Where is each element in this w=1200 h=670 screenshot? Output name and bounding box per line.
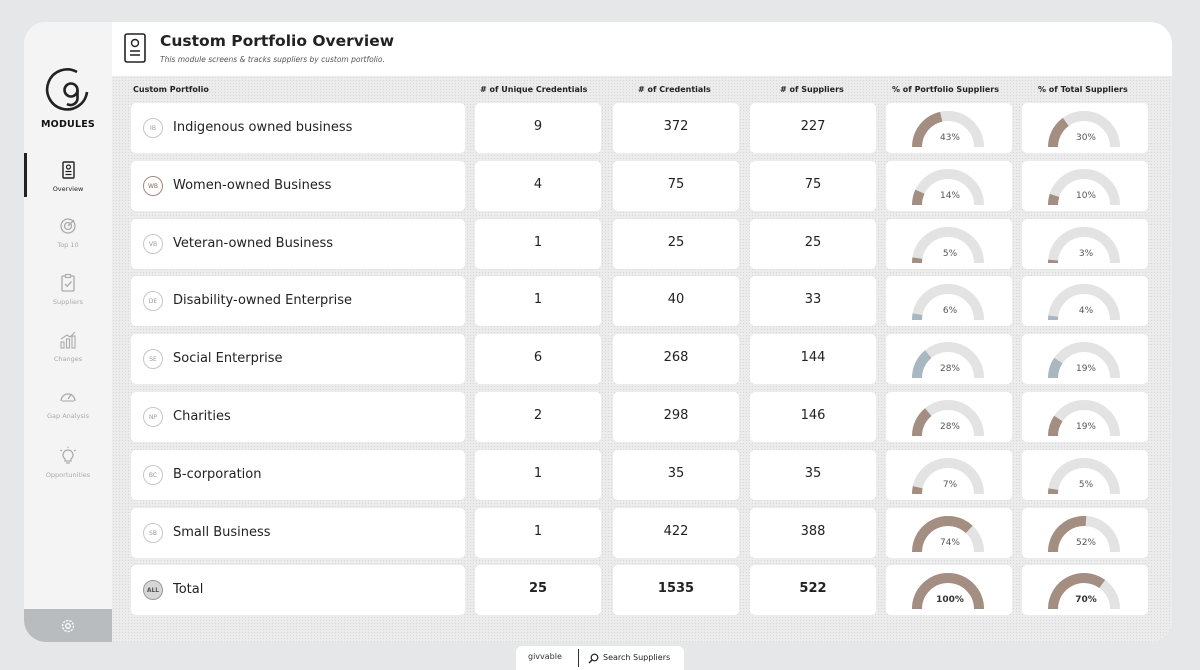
sidebar-item-gap-analysis[interactable]: Gap Analysis bbox=[24, 387, 112, 433]
unique-value: 9 bbox=[533, 119, 543, 134]
column-header-pct-total: % of Total Suppliers bbox=[1038, 85, 1128, 94]
app-window: MODULES Overview Top 10 Suppliers Change… bbox=[24, 22, 1172, 642]
suppliers-value: 25 bbox=[804, 234, 822, 250]
portfolio-name: Indigenous owned business bbox=[173, 120, 353, 135]
pct-total-label: 3% bbox=[1078, 248, 1094, 259]
pct-portfolio-label: 14% bbox=[939, 190, 960, 201]
sidebar-item-suppliers[interactable]: Suppliers bbox=[24, 273, 112, 319]
page-title: Custom Portfolio Overview bbox=[160, 32, 395, 50]
sidebar-item-top-10[interactable]: Top 10 bbox=[24, 216, 112, 262]
suppliers-value: 227 bbox=[800, 119, 826, 134]
page-subtitle: This module screens & tracks suppliers b… bbox=[160, 55, 385, 64]
sidebar-item-label: Suppliers bbox=[52, 298, 84, 306]
credentials-value: 298 bbox=[663, 408, 689, 423]
credentials-value: 40 bbox=[667, 292, 685, 308]
search-suppliers-link[interactable]: Search Suppliers bbox=[603, 653, 670, 662]
pct-total-label: 5% bbox=[1078, 479, 1094, 490]
pct-portfolio-label: 43% bbox=[939, 133, 960, 143]
sidebar-item-label: Opportunities bbox=[45, 471, 91, 479]
credentials-value: 1535 bbox=[657, 581, 695, 597]
sidebar: MODULES Overview Top 10 Suppliers Change… bbox=[24, 22, 112, 642]
portfolio-badge: NP bbox=[143, 407, 163, 427]
unique-value: 25 bbox=[528, 581, 548, 597]
gauge-icon bbox=[60, 393, 76, 402]
portfolio-badge: IB bbox=[143, 118, 163, 138]
settings-button[interactable] bbox=[24, 609, 112, 642]
footer-bar: givvable Search Suppliers bbox=[516, 646, 684, 670]
lightbulb-icon bbox=[59, 446, 77, 464]
pct-portfolio-label: 7% bbox=[942, 479, 958, 490]
sidebar-item-label: Overview bbox=[52, 185, 84, 193]
document-icon bbox=[62, 161, 75, 179]
portfolio-name: Women-owned Business bbox=[173, 177, 332, 193]
suppliers-value: 144 bbox=[800, 350, 826, 366]
credentials-value: 268 bbox=[663, 350, 689, 366]
unique-value: 2 bbox=[533, 408, 543, 423]
credentials-value: 25 bbox=[667, 234, 685, 250]
pct-portfolio-label: 100% bbox=[936, 595, 964, 606]
footer-separator bbox=[578, 649, 579, 667]
suppliers-value: 146 bbox=[800, 408, 826, 423]
unique-value: 1 bbox=[533, 523, 543, 539]
suppliers-value: 522 bbox=[799, 581, 827, 597]
pct-total-label: 19% bbox=[1075, 422, 1096, 432]
pct-portfolio-label: 28% bbox=[939, 364, 960, 375]
search-icon bbox=[588, 653, 599, 664]
sidebar-item-label: Gap Analysis bbox=[47, 412, 89, 420]
pct-portfolio-label: 74% bbox=[939, 537, 960, 548]
sidebar-item-opportunities[interactable]: Opportunities bbox=[24, 446, 112, 492]
column-header-credentials: # of Credentials bbox=[638, 85, 711, 94]
portfolio-name: Disability-owned Enterprise bbox=[173, 293, 353, 309]
credentials-value: 372 bbox=[663, 119, 689, 134]
pct-total-label: 70% bbox=[1075, 595, 1097, 606]
column-header-pct-portfolio: % of Portfolio Suppliers bbox=[892, 85, 999, 94]
pct-portfolio-label: 6% bbox=[942, 306, 958, 317]
portfolio-name: Charities bbox=[173, 409, 231, 424]
credentials-value: 35 bbox=[667, 465, 685, 481]
column-header-suppliers: # of Suppliers bbox=[780, 85, 844, 94]
sidebar-item-label: Changes bbox=[53, 355, 83, 363]
target-icon bbox=[60, 218, 76, 234]
portfolio-name: B-corporation bbox=[173, 466, 262, 482]
pct-total-label: 30% bbox=[1075, 133, 1096, 143]
portfolio-document-icon bbox=[124, 33, 146, 63]
pct-portfolio-label: 28% bbox=[939, 422, 960, 432]
pct-total-label: 19% bbox=[1075, 364, 1096, 375]
brand-logo-icon bbox=[45, 68, 89, 111]
modules-label: MODULES bbox=[41, 119, 95, 130]
sidebar-item-label: Top 10 bbox=[57, 241, 79, 249]
bar-chart-icon bbox=[60, 331, 76, 349]
pct-total-label: 52% bbox=[1075, 537, 1096, 548]
credentials-value: 75 bbox=[667, 176, 685, 192]
portfolio-name: Veteran-owned Business bbox=[173, 235, 333, 251]
portfolio-badge: BC bbox=[143, 464, 163, 485]
pct-portfolio-label: 5% bbox=[942, 248, 958, 259]
portfolio-badge: VB bbox=[143, 233, 163, 254]
credentials-value: 422 bbox=[663, 523, 689, 539]
unique-value: 1 bbox=[533, 465, 543, 481]
unique-value: 1 bbox=[533, 292, 543, 308]
column-header-custom-portfolio: Custom Portfolio bbox=[133, 85, 209, 94]
portfolio-badge: WB bbox=[143, 175, 163, 196]
suppliers-value: 388 bbox=[800, 523, 826, 539]
sidebar-item-overview[interactable]: Overview bbox=[24, 160, 112, 206]
portfolio-name: Small Business bbox=[173, 524, 271, 540]
suppliers-value: 33 bbox=[804, 292, 822, 308]
sidebar-item-changes[interactable]: Changes bbox=[24, 330, 112, 376]
pct-total-label: 4% bbox=[1078, 306, 1094, 317]
suppliers-value: 35 bbox=[804, 465, 822, 481]
portfolio-badge: SB bbox=[143, 522, 163, 543]
unique-value: 4 bbox=[533, 176, 543, 192]
unique-value: 6 bbox=[533, 350, 543, 366]
suppliers-value: 75 bbox=[804, 176, 822, 192]
pct-total-label: 10% bbox=[1075, 190, 1096, 201]
column-header-unique-credentials: # of Unique Credentials bbox=[480, 85, 588, 94]
footer-brand: givvable bbox=[528, 652, 562, 661]
unique-value: 1 bbox=[533, 234, 543, 250]
gear-icon bbox=[61, 619, 75, 633]
clipboard-check-icon bbox=[61, 273, 75, 292]
portfolio-name: Total bbox=[173, 582, 204, 598]
portfolio-name: Social Enterprise bbox=[173, 351, 283, 367]
